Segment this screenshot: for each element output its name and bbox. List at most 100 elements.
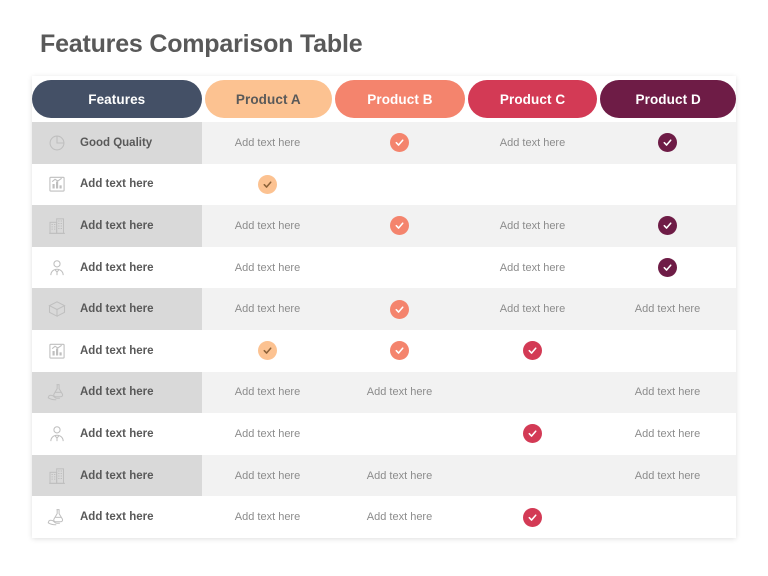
value-cell-text: Add text here <box>202 413 333 455</box>
feature-label: Good Quality <box>80 136 153 149</box>
table-row: Good Quality Add text here Add text here <box>32 122 736 164</box>
value-cell-check <box>333 330 466 372</box>
value-cell-text: Add text here <box>333 455 466 497</box>
value-cell-empty <box>333 247 466 289</box>
check-icon <box>258 341 277 361</box>
value-cell-empty <box>599 496 736 538</box>
value-cell-text: Add text here <box>333 372 466 414</box>
column-header-product-d[interactable]: Product D <box>600 80 736 118</box>
cell-text: Add text here <box>234 219 301 232</box>
feature-cell: Add text here <box>32 454 202 497</box>
hand-flask-icon <box>46 506 68 528</box>
value-cell-empty <box>466 455 599 497</box>
table-row: Add text here Add text here Add text here A… <box>32 454 736 497</box>
check-icon <box>658 133 677 153</box>
check-icon <box>258 174 277 194</box>
cell-text: Add text here <box>499 219 566 232</box>
feature-cell: Good Quality <box>32 122 202 164</box>
table-row: Add text here Add text here Add text here <box>32 246 736 289</box>
table-row: Add text here Add text here Add text here <box>32 205 736 247</box>
feature-cell: Add text here <box>32 205 202 247</box>
table-row: Add text here <box>32 329 736 372</box>
person-icon <box>46 257 68 279</box>
cell-text: Add text here <box>366 469 433 482</box>
value-cell-text: Add text here <box>599 372 736 414</box>
value-cell-check <box>333 288 466 330</box>
feature-label: Add text here <box>80 303 154 316</box>
comparison-table-card: Features Product A Product B Product C Produ… <box>32 76 736 538</box>
open-box-icon <box>46 298 68 320</box>
value-cell-empty <box>599 330 736 372</box>
feature-cell: Add text here <box>32 247 202 289</box>
value-cell-check <box>466 413 599 455</box>
column-header-product-c[interactable]: Product C <box>467 80 598 118</box>
value-cell-empty <box>466 164 599 206</box>
table-row: Add text here <box>32 163 736 206</box>
value-cell-check <box>466 496 599 538</box>
value-cell-empty <box>466 372 599 414</box>
feature-label: Add text here <box>80 219 154 232</box>
value-cell-check <box>599 247 736 289</box>
cell-text: Add text here <box>366 511 433 524</box>
value-cell-empty <box>333 413 466 455</box>
cell-text: Add text here <box>234 511 301 524</box>
feature-cell: Add text here <box>32 288 202 330</box>
value-cell-text: Add text here <box>202 288 333 330</box>
check-icon <box>658 216 677 236</box>
feature-cell: Add text here <box>32 330 202 372</box>
feature-cell: Add text here <box>32 164 202 206</box>
feature-cell: Add text here <box>32 496 202 538</box>
value-cell-text: Add text here <box>202 122 333 164</box>
value-cell-text: Add text here <box>599 413 736 455</box>
check-icon <box>390 216 409 236</box>
bar-chart-icon <box>46 173 68 195</box>
table-body: Good Quality Add text here Add text here Ad… <box>32 122 736 538</box>
value-cell-check <box>333 122 466 164</box>
slide-canvas: Features Comparison Table Features Produc… <box>0 0 768 576</box>
feature-label: Add text here <box>80 511 154 524</box>
person-icon <box>46 423 68 445</box>
feature-cell: Add text here <box>32 371 202 414</box>
building-icon <box>46 215 68 237</box>
value-cell-check <box>333 205 466 247</box>
page-title: Features Comparison Table <box>40 30 363 58</box>
column-header-product-a[interactable]: Product A <box>204 80 333 118</box>
cell-text: Add text here <box>234 136 301 149</box>
value-cell-text: Add text here <box>202 247 333 289</box>
column-header-product-b[interactable]: Product B <box>335 80 465 118</box>
value-cell-text: Add text here <box>466 288 599 330</box>
value-cell-text: Add text here <box>202 372 333 414</box>
value-cell-text: Add text here <box>466 122 599 164</box>
table-row: Add text here Add text here Add text here A… <box>32 288 736 330</box>
table-row: Add text here Add text here Add text here A… <box>32 371 736 414</box>
cell-text: Add text here <box>234 386 301 399</box>
feature-label: Add text here <box>80 344 154 357</box>
cell-text: Add text here <box>234 261 301 274</box>
column-header-features[interactable]: Features <box>32 80 202 118</box>
value-cell-text: Add text here <box>466 247 599 289</box>
value-cell-text: Add text here <box>202 455 333 497</box>
bar-chart-icon <box>46 340 68 362</box>
check-icon <box>658 258 677 278</box>
cell-text: Add text here <box>634 303 701 316</box>
value-cell-text: Add text here <box>202 205 333 247</box>
pie-chart-icon <box>46 132 68 154</box>
value-cell-empty <box>333 164 466 206</box>
value-cell-text: Add text here <box>202 496 333 538</box>
cell-text: Add text here <box>366 386 433 399</box>
cell-text: Add text here <box>234 303 301 316</box>
cell-text: Add text here <box>499 136 566 149</box>
value-cell-check <box>599 122 736 164</box>
value-cell-text: Add text here <box>599 288 736 330</box>
check-icon <box>523 341 542 361</box>
value-cell-check <box>599 205 736 247</box>
value-cell-text: Add text here <box>466 205 599 247</box>
value-cell-empty <box>599 164 736 206</box>
hand-flask-icon <box>46 381 68 403</box>
feature-label: Add text here <box>80 178 154 191</box>
feature-label: Add text here <box>80 386 154 399</box>
cell-text: Add text here <box>234 469 301 482</box>
value-cell-check <box>466 330 599 372</box>
cell-text: Add text here <box>634 386 701 399</box>
cell-text: Add text here <box>499 303 566 316</box>
